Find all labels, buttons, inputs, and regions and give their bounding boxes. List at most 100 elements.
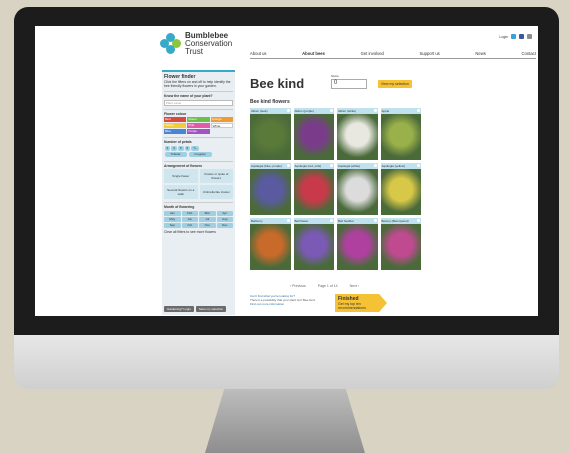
tubular-button[interactable]: Tubular [164,152,187,157]
colour-swatch-white[interactable]: White [210,123,233,128]
plant-name-input[interactable]: Plant name [164,99,233,106]
flower-card[interactable]: Aquilegia (yellow) [380,163,421,215]
bee-kind-logo: Bee kind [250,76,305,91]
petal-option-3[interactable]: 6 [184,146,191,151]
month-apr[interactable]: Apr [216,210,233,216]
flower-card-title: Allium (white) [337,108,378,114]
main-nav: About us About bees Get involved Support… [250,51,536,59]
monitor-chin [14,335,559,389]
colour-swatch-yellow[interactable]: Yellow [164,123,187,128]
flower-card-title: Barberry [250,218,291,224]
petal-option-0[interactable]: 3 [164,146,171,151]
arrangement-single[interactable]: Single flower [164,169,198,183]
sidebar-intro: Click the filters on and off to help ide… [164,80,231,88]
flower-card[interactable]: Bell heather [337,218,378,270]
flower-colour-label: Flower colour [164,111,187,116]
nav-about-us[interactable]: About us [250,51,267,56]
colour-swatch-blue[interactable]: Blue [164,129,187,134]
flower-card[interactable]: Allium (white) [337,108,378,160]
nav-get-involved[interactable]: Get involved [361,51,384,56]
next-link[interactable]: Next › [350,284,359,288]
flower-card-title: Aquilegia (yellow) [380,163,421,169]
nav-contact[interactable]: Contact [522,51,536,56]
nav-about-bees[interactable]: About bees [302,51,325,56]
flower-card[interactable]: Bell flower [293,218,334,270]
flower-photo [293,114,334,160]
view-selection-button[interactable]: View my selection [378,80,412,88]
monitor-stand [205,389,365,453]
flower-photo [337,224,378,270]
arrangement-cluster[interactable]: Cluster or spike of flowers [199,169,233,183]
month-dec[interactable]: Dec [216,222,233,228]
flower-card-title: Allium (leek) [250,108,291,114]
colour-swatches: Red Green Orange Yellow Pink White Blue Purple [164,117,233,134]
month-jun[interactable]: Jun [181,216,198,222]
prev-link[interactable]: ‹ Previous [290,284,306,288]
pagination: ‹ Previous Page 1 of 14 Next › [290,284,359,288]
month-mar[interactable]: Mar [199,210,216,216]
flower-card[interactable]: Allium (purple) [293,108,334,160]
month-feb[interactable]: Feb [181,210,198,216]
flower-photo [337,169,378,215]
colour-swatch-orange[interactable]: Orange [210,117,233,122]
twitter-icon[interactable] [511,34,516,39]
nav-news[interactable]: News [475,51,485,56]
cant-find-box: Can't find what you're looking for? Ther… [250,294,316,306]
flower-photo [250,169,291,215]
flower-card[interactable]: Betony (Betonyanol) [380,218,421,270]
flower-card-title: Bell flower [293,218,334,224]
month-label: Month of flowering [164,205,195,209]
section-title: Bee kind flowers [250,99,290,105]
month-oct[interactable]: Oct [181,222,198,228]
login-link[interactable]: Login [499,35,508,39]
flower-card-title: Bell heather [337,218,378,224]
flower-grid: Allium (leek) Allium (purple) Allium (whit… [250,108,421,270]
month-sep[interactable]: Sep [164,222,181,228]
save-selection-button[interactable]: Save my selection [195,306,227,312]
logo-line3: Trust [185,47,203,56]
month-jan[interactable]: Jan [164,210,181,216]
colour-swatch-green[interactable]: Green [187,117,210,122]
flower-photo [337,114,378,160]
flower-photo [380,224,421,270]
petal-option-1[interactable]: 4 [171,146,177,151]
petal-option-4[interactable]: 7+ [191,146,199,151]
irregular-button[interactable]: Irregular [188,152,212,157]
flower-card-title: Aquilegia (white) [337,163,378,169]
month-aug[interactable]: Aug [216,216,233,222]
flower-photo [380,114,421,160]
flower-photo [250,224,291,270]
flower-card[interactable]: Aquilegia (white) [337,163,378,215]
gardening-login-button[interactable]: Gardening? Login [164,306,194,312]
facebook-icon[interactable] [519,34,524,39]
score-value: 0 [331,79,367,89]
flower-card[interactable]: Aquilegia (red, pink) [293,163,334,215]
flower-card[interactable]: Apple [380,108,421,160]
colour-swatch-pink[interactable]: Pink [187,123,210,128]
arrangement-several[interactable]: Several flowers on a stalk [164,185,198,199]
month-jul[interactable]: Jul [199,216,216,222]
arrangement-umbrella[interactable]: Umbrella like cluster [199,185,233,199]
flower-card-title: Allium (purple) [293,108,334,114]
nav-support-us[interactable]: Support us [420,51,440,56]
flower-card[interactable]: Barberry [250,218,291,270]
flower-photo [380,169,421,215]
flower-photo [250,114,291,160]
petal-option-2[interactable]: 5 [177,146,184,151]
site-logo[interactable]: Bumblebee Conservation Trust [160,32,232,56]
colour-swatch-purple[interactable]: Purple [187,129,210,134]
month-may[interactable]: May [164,216,181,222]
finished-button[interactable]: Finished Get my top ten recommendations [335,294,387,312]
plant-name-label: Know the name of your plant? [164,94,213,98]
flower-card-title: Apple [380,108,421,114]
flower-card-title: Betony (Betonyanol) [380,218,421,224]
flickr-icon[interactable] [527,34,532,39]
more-info-link[interactable]: Find out more information [250,302,316,306]
colour-swatch-red[interactable]: Red [164,117,187,122]
flower-photo [293,224,334,270]
flower-card[interactable]: Allium (leek) [250,108,291,160]
month-nov[interactable]: Nov [199,222,216,228]
flower-card[interactable]: Aquilegia (blue, purple) [250,163,291,215]
clear-filters-link[interactable]: Clear all filters to see more flowers [164,230,233,234]
page-indicator: Page 1 of 14 [317,284,338,288]
